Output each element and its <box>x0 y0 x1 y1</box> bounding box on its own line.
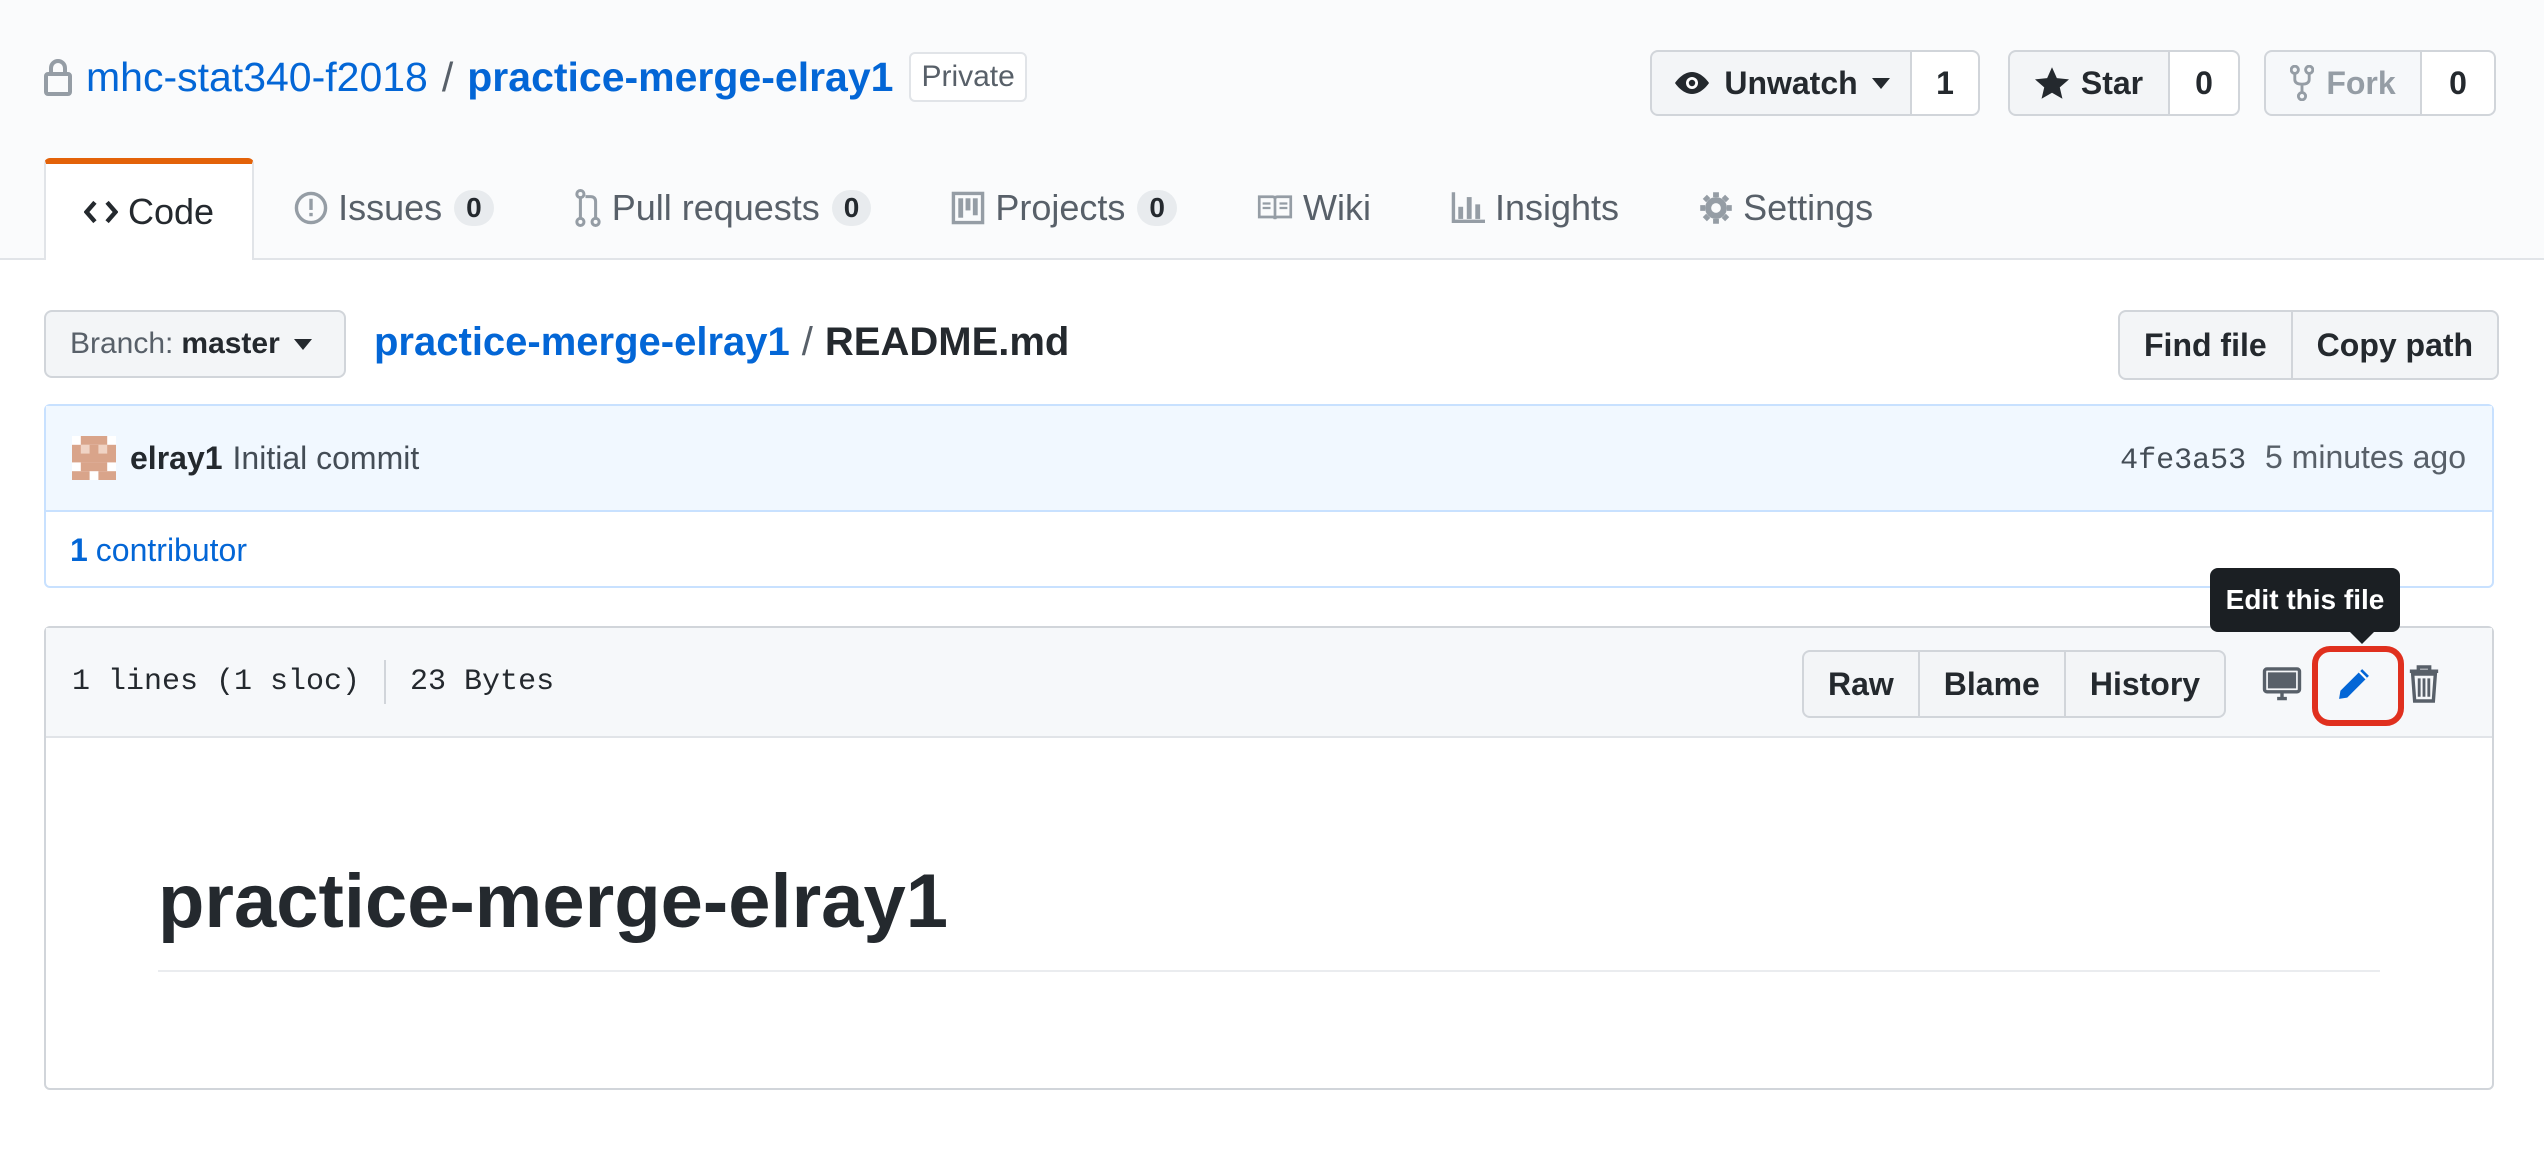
watch-group: Unwatch 1 <box>1650 50 1980 120</box>
commit-tease: elray1 Initial commit 4fe3a53 5 minutes … <box>44 404 2494 588</box>
repo-header: mhc-stat340-f2018 / practice-merge-elray… <box>0 0 2544 260</box>
tab-code-label: Code <box>128 191 215 232</box>
graph-icon <box>1451 192 1485 224</box>
repo-owner-link[interactable]: mhc-stat340-f2018 <box>86 54 428 101</box>
pull-request-icon <box>575 189 601 227</box>
contributors-label: contributor <box>95 531 247 568</box>
tab-wiki[interactable]: Wiki <box>1217 158 1411 258</box>
find-file-button[interactable]: Find file <box>2118 310 2293 380</box>
tab-pull-requests[interactable]: Pull requests 0 <box>534 158 912 258</box>
commit-meta: 4fe3a53 5 minutes ago <box>2120 439 2466 478</box>
chevron-down-icon <box>1871 77 1890 89</box>
repo-name-link[interactable]: practice-merge-elray1 <box>467 54 893 101</box>
star-group: Star 0 <box>2008 50 2240 120</box>
book-icon <box>1257 195 1293 220</box>
copy-path-button[interactable]: Copy path <box>2292 310 2500 380</box>
edit-file-tooltip: Edit this file <box>2210 568 2400 644</box>
breadcrumb: practice-merge-elray1 / README.md <box>374 320 1069 365</box>
issue-icon <box>294 191 328 225</box>
contributors-count: 1 <box>70 531 88 568</box>
file-nav-actions: Find file Copy path <box>2118 310 2500 380</box>
commit-author-link[interactable]: elray1 <box>130 440 223 477</box>
fork-label: Fork <box>2326 64 2396 101</box>
branch-select-button[interactable]: Branch: master <box>44 310 346 378</box>
tab-insights-label: Insights <box>1494 187 1620 228</box>
lock-icon <box>44 58 72 96</box>
file-size: 23 Bytes <box>410 665 555 699</box>
branch-name: master <box>181 327 280 360</box>
repo-separator: / <box>441 53 454 100</box>
star-icon <box>2034 67 2069 99</box>
unwatch-button[interactable]: Unwatch <box>1650 50 1912 116</box>
latest-commit: elray1 Initial commit 4fe3a53 5 minutes … <box>46 406 2492 512</box>
file-info-divider <box>384 660 387 704</box>
tab-projects[interactable]: Projects 0 <box>911 158 1217 258</box>
readme-heading-rule <box>158 970 2380 972</box>
unwatch-label: Unwatch <box>1724 64 1858 101</box>
issues-count: 0 <box>454 190 494 226</box>
blame-button[interactable]: Blame <box>1919 650 2066 718</box>
contributors-link[interactable]: 1 contributor <box>46 512 2492 588</box>
code-icon <box>84 200 118 224</box>
gear-icon <box>1700 192 1732 224</box>
breadcrumb-repo-link[interactable]: practice-merge-elray1 <box>374 320 790 365</box>
tab-settings-label: Settings <box>1743 187 1874 228</box>
eye-icon <box>1675 72 1710 94</box>
stars-count[interactable]: 0 <box>2170 50 2240 116</box>
watchers-count[interactable]: 1 <box>1912 50 1980 116</box>
breadcrumb-separator: / <box>801 320 813 364</box>
trash-icon[interactable] <box>2398 656 2450 712</box>
tab-pull-requests-label: Pull requests <box>611 187 820 228</box>
history-button[interactable]: History <box>2065 650 2227 718</box>
file-view-buttons: Raw Blame History <box>1802 650 2227 718</box>
breadcrumb-file: README.md <box>824 320 1070 364</box>
file-line-count: 1 lines (1 sloc) <box>72 665 361 699</box>
avatar[interactable] <box>72 436 116 480</box>
raw-button[interactable]: Raw <box>1802 650 1920 718</box>
edit-highlight-ring <box>2312 646 2404 726</box>
chevron-down-icon <box>293 338 312 350</box>
repo-nav-tabs: Code Issues 0 Pull requests 0 Projects 0… <box>44 158 1913 260</box>
repo-title: mhc-stat340-f2018 / practice-merge-elray… <box>44 52 1027 102</box>
tab-code[interactable]: Code <box>44 158 255 260</box>
file-header: 1 lines (1 sloc) 23 Bytes Raw Blame Hist… <box>46 628 2492 738</box>
private-badge: Private <box>909 52 1027 102</box>
pull-requests-count: 0 <box>831 190 872 226</box>
commit-time: 5 minutes ago <box>2264 438 2466 475</box>
fork-group: Fork 0 <box>2264 50 2496 120</box>
branch-prefix: Branch: <box>70 327 174 360</box>
commit-sha-link[interactable]: 4fe3a53 <box>2120 444 2246 478</box>
tab-projects-label: Projects <box>995 187 1126 228</box>
tab-issues-label: Issues <box>338 187 443 228</box>
forks-count[interactable]: 0 <box>2422 50 2496 116</box>
tab-wiki-label: Wiki <box>1303 187 1371 228</box>
projects-count: 0 <box>1137 190 1177 226</box>
desktop-icon[interactable] <box>2256 656 2308 712</box>
star-button[interactable]: Star <box>2008 50 2170 116</box>
fork-button[interactable]: Fork <box>2264 50 2422 116</box>
fork-icon <box>2290 65 2315 101</box>
readme-heading: practice-merge-elray1 <box>158 859 948 944</box>
tab-settings[interactable]: Settings <box>1659 158 1913 258</box>
tab-issues[interactable]: Issues 0 <box>254 158 534 258</box>
star-label: Star <box>2080 64 2144 101</box>
tab-insights[interactable]: Insights <box>1411 158 1659 258</box>
commit-message-link[interactable]: Initial commit <box>233 440 420 477</box>
project-icon <box>952 191 985 225</box>
